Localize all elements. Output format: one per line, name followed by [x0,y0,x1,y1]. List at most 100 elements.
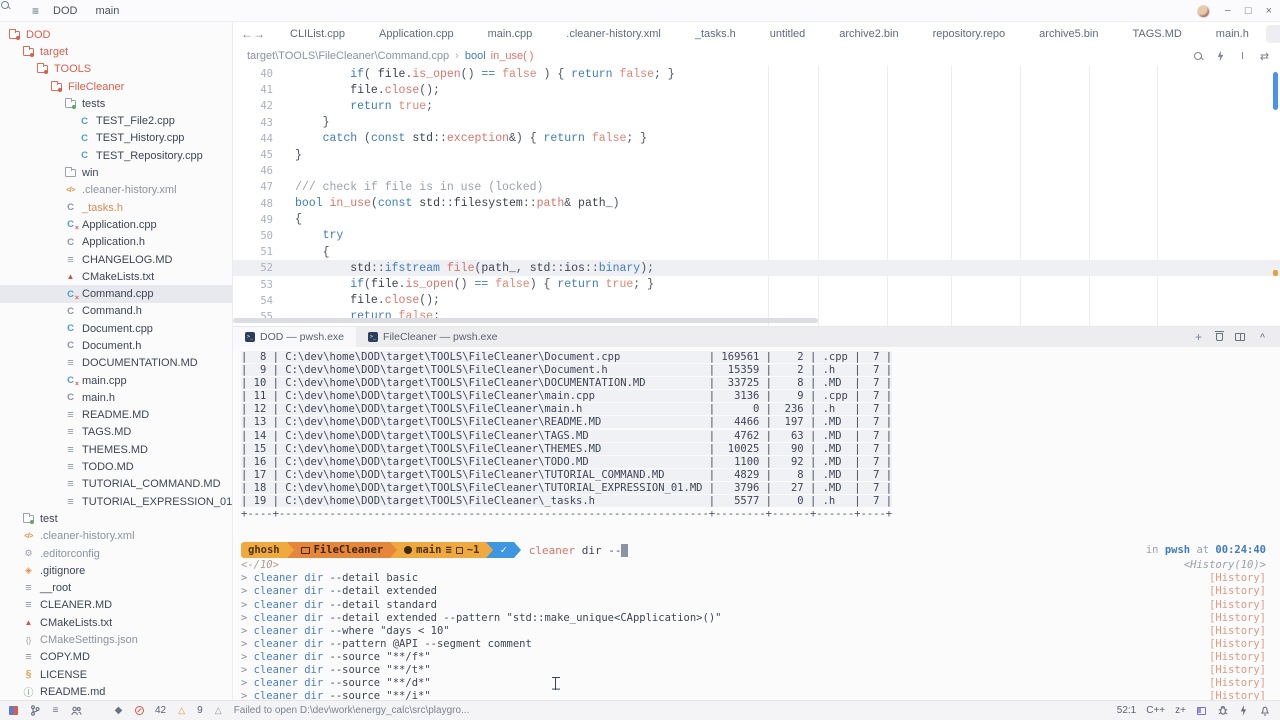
file-Application.h[interactable]: C Application.h [0,234,232,251]
code-line-44[interactable]: 44 catch (const std::exception&) { retur… [233,131,1280,147]
tab-repository.repo[interactable]: repository.repo [916,25,1023,43]
file-TUTORIAL_COMMAND.MD[interactable]: ≡ TUTORIAL_COMMAND.MD [0,476,232,493]
remote-icon[interactable] [9,706,18,715]
tab-archive5.bin[interactable]: archive5.bin [1022,25,1115,43]
code-editor[interactable]: 40 if( file.is_open() == false ) { retur… [233,66,1280,326]
code-line-50[interactable]: 50 try [233,228,1280,244]
accounts-icon[interactable] [71,705,82,716]
search-icon[interactable] [92,705,103,716]
file-TEST_File2.cpp[interactable]: C TEST_File2.cpp [0,112,232,129]
folder-TOOLS[interactable]: TOOLS [0,61,232,78]
code-line-41[interactable]: 41 file.close(); [233,82,1280,98]
tab-.cleaner-history.xml[interactable]: .cleaner-history.xml [549,25,678,43]
code-line-52[interactable]: 52 std::ifstream file(path_, std::ios::b… [233,260,1280,277]
file-main.cpp[interactable]: C × main.cpp [0,372,232,389]
tab-_tasks.h[interactable]: _tasks.h [678,25,753,43]
split-terminal-icon[interactable] [1235,333,1245,341]
tab-main.cpp[interactable]: main.cpp [471,25,550,43]
breadcrumb-path[interactable]: target\TOOLS\FileCleaner\Command.cpp [247,50,449,62]
zoom-indicator[interactable]: z+ [1175,705,1186,716]
warnings-icon[interactable]: △ [176,705,187,716]
editor-vertical-scrollbar[interactable] [1273,72,1278,110]
code-line-46[interactable]: 46 [233,163,1280,179]
tab-main.h[interactable]: main.h [1199,25,1266,43]
tab-Application.cpp[interactable]: Application.cpp [362,25,471,43]
code-line-45[interactable]: 45} [233,147,1280,163]
code-line-48[interactable]: 48 bool in_use(const std::filesystem::pat… [233,196,1280,212]
outline-icon[interactable]: ≡ [50,705,61,716]
folder-target[interactable]: target [0,43,232,60]
folder-test[interactable]: test [0,510,232,527]
lightning-icon[interactable] [1240,705,1247,716]
kill-terminal-icon[interactable] [1215,331,1224,341]
terminal-prompt[interactable]: ghosh FileCleaner main ≡ ~1 ✓ cleaner dir -- … [241,541,1280,559]
language-mode[interactable]: C++ [1146,705,1165,716]
file-DOCUMENTATION.MD[interactable]: ≡ DOCUMENTATION.MD [0,355,232,372]
file-TUTORIAL_EXPRESSION_01.MD[interactable]: ≡ TUTORIAL_EXPRESSION_01.MD [0,493,232,510]
tab-untitled[interactable]: untitled [753,25,822,43]
tab-TAGS.MD[interactable]: TAGS.MD [1116,25,1199,43]
file-TEST_Repository.cpp[interactable]: C TEST_Repository.cpp [0,147,232,164]
file-README.md[interactable]: ⓘ README.md [0,683,232,700]
titlebar-branch-menu[interactable]: main [95,5,119,17]
file-CMakeLists.txt[interactable]: ▲ CMakeLists.txt [0,268,232,285]
editor-horizontal-scrollbar[interactable] [233,318,818,323]
file-_tasks.h[interactable]: C _tasks.h [0,199,232,216]
breadcrumb-symbol[interactable]: in_use( ) [491,50,534,62]
menu-icon[interactable]: ≡ [32,4,39,18]
file-LICENSE[interactable]: § LICENSE [0,666,232,683]
tab-Command.cpp[interactable]: Command.cpp [1265,25,1280,43]
bug-icon[interactable] [1217,705,1228,716]
file-CMakeSettings.json[interactable]: {} CMakeSettings.json [0,631,232,648]
file-CMakeLists.txt[interactable]: ▲ CMakeLists.txt [0,614,232,631]
extensions-icon[interactable]: ◆ [113,705,124,716]
git-branch-icon[interactable] [29,705,40,716]
code-line-49[interactable]: 49{ [233,212,1280,228]
code-line-47[interactable]: 47/// check if file is in use (locked) [233,179,1280,195]
file-README.MD[interactable]: ≡ README.MD [0,407,232,424]
error-count[interactable]: 42 [155,705,166,716]
file-__root[interactable]: ≡ __root [0,580,232,597]
layout-icon[interactable] [1197,706,1206,715]
file-THEMES.MD[interactable]: ≡ THEMES.MD [0,441,232,458]
file-TEST_History.cpp[interactable]: C TEST_History.cpp [0,130,232,147]
warning-count[interactable]: 9 [197,705,203,716]
code-line-51[interactable]: 51 { [233,244,1280,260]
file-CHANGELOG.MD[interactable]: ≡ CHANGELOG.MD [0,251,232,268]
cursor-position[interactable]: 52:1 [1117,705,1136,716]
terminal-tab-FileCleaner — pwsh.exe[interactable]: FileCleaner — pwsh.exe [356,327,509,347]
file-main.h[interactable]: Cmain.h [0,389,232,406]
minimize-button[interactable]: − [1224,5,1230,17]
cursor-tool-icon[interactable]: I [1237,51,1248,62]
tab-archive2.bin[interactable]: archive2.bin [822,25,915,43]
folder-FileCleaner[interactable]: FileCleaner [0,78,232,95]
terminal-input[interactable]: cleaner dir -- [529,543,629,557]
run-icon[interactable] [1217,50,1224,62]
file-Document.h[interactable]: C Document.h [0,337,232,354]
file-Document.cpp[interactable]: C Document.cpp [0,320,232,337]
file-.editorconfig[interactable]: ⚙ .editorconfig [0,545,232,562]
maximize-panel-icon[interactable]: ^ [1257,332,1268,343]
file-.cleaner-history.xml[interactable]: </> .cleaner-history.xml [0,182,232,199]
file-.cleaner-history.xml[interactable]: </> .cleaner-history.xml [0,528,232,545]
bell-icon[interactable] [1259,705,1270,716]
close-button[interactable]: × [1266,5,1272,17]
split-editor-icon[interactable]: ⇄ [1259,51,1270,63]
search-icon[interactable] [1193,51,1204,62]
file-COPY.MD[interactable]: ≡ COPY.MD [0,649,232,666]
code-line-54[interactable]: 54 file.close(); [233,293,1280,309]
back-button[interactable]: ← [241,27,253,41]
file-TAGS.MD[interactable]: ≡ TAGS.MD [0,424,232,441]
code-line-53[interactable]: 53 if(file.is_open() == false) { return … [233,276,1280,292]
maximize-button[interactable]: □ [1245,5,1252,17]
code-line-42[interactable]: 42 return true; [233,98,1280,114]
folder-tests[interactable]: tests [0,95,232,112]
folder-DOD[interactable]: DOD [0,26,232,43]
code-line-40[interactable]: 40 if( file.is_open() == false ) { retur… [233,66,1280,82]
folder-win[interactable]: win [0,164,232,181]
file-TODO.MD[interactable]: ≡ TODO.MD [0,458,232,475]
tab-CLIList.cpp[interactable]: CLIList.cpp [273,25,362,43]
new-terminal-icon[interactable]: + [1193,330,1204,344]
file-Application.cpp[interactable]: C × Application.cpp [0,216,232,233]
terminal-output[interactable]: | 8 | C:\dev\home\DOD\target\TOOLS\FileC… [233,347,1280,700]
